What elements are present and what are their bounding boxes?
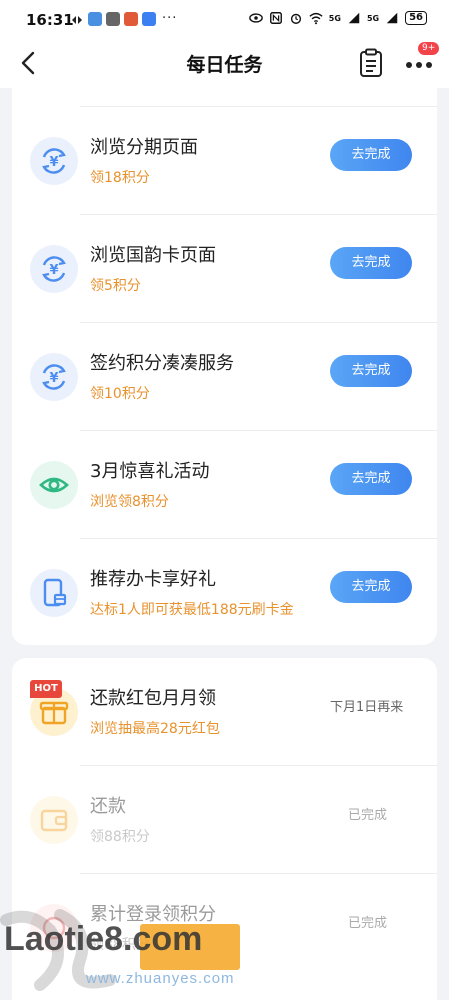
task-reward: 领18积分 — [90, 170, 150, 186]
task-row: ¥ 签约积分凑凑服务 领10积分 去完成 — [12, 323, 437, 430]
task-reward: 领88积分 — [90, 829, 150, 845]
task-title: 累计登录领积分 — [90, 904, 216, 925]
eye-icon — [30, 461, 78, 509]
battery-icon: 56 — [405, 11, 427, 25]
message-icon — [142, 11, 156, 26]
task-row: 推荐办卡享好礼 达标1人即可获最低188元刷卡金 去完成 — [12, 539, 437, 645]
task-record-button[interactable] — [357, 48, 385, 78]
task-row: HOT 还款红包月月领 浏览抽最高28元红包 下月1日再来 — [12, 658, 437, 765]
clipboard-icon — [360, 48, 382, 77]
signal-label-2: 5G — [366, 13, 380, 23]
login-icon — [30, 904, 78, 952]
wechat-icon — [88, 11, 102, 26]
task-row: 还款 领88积分 已完成 — [12, 766, 437, 873]
app-notification-icon — [70, 12, 84, 26]
repayment-task-card: HOT 还款红包月月领 浏览抽最高28元红包 下月1日再来 还款 领88积分 已… — [12, 658, 437, 1000]
nfc-icon — [269, 12, 282, 24]
completed-status: 已完成 — [348, 916, 388, 931]
task-reward: 达标1人即可获最低188元刷卡金 — [90, 602, 294, 618]
yuan-exchange-icon: ¥ — [30, 245, 78, 293]
task-title: 浏览国韵卡页面 — [90, 245, 216, 266]
yuan-exchange-icon: ¥ — [30, 353, 78, 401]
wallet-icon — [30, 796, 78, 844]
daily-task-card: ¥ 浏览分期页面 领18积分 去完成 ¥ 浏览国韵卡页面 领5积分 去完成 ¥ … — [12, 86, 437, 645]
hot-badge: HOT — [30, 680, 62, 698]
next-month-status: 下月1日再来 — [330, 700, 404, 715]
notification-icons: ··· — [70, 11, 177, 26]
signal-icon-1 — [348, 12, 360, 24]
task-title: 签约积分凑凑服务 — [90, 353, 234, 374]
shop-icon — [124, 11, 138, 26]
go-complete-button[interactable]: 去完成 — [330, 463, 412, 495]
task-row: 3月惊喜礼活动 浏览领8积分 去完成 — [12, 431, 437, 538]
system-icons: 5G 5G 56 — [248, 11, 427, 25]
go-complete-button[interactable]: 去完成 — [330, 139, 412, 171]
svg-text:¥: ¥ — [49, 263, 58, 278]
svg-text:¥: ¥ — [49, 155, 58, 170]
task-title: 还款 — [90, 796, 126, 817]
completed-status: 已完成 — [348, 808, 388, 823]
task-reward: 领10积分 — [90, 386, 150, 402]
go-complete-button[interactable]: 去完成 — [330, 355, 412, 387]
eye-status-icon — [248, 13, 263, 23]
task-title: 3月惊喜礼活动 — [90, 461, 210, 482]
task-reward: 浏览抽最高28元红包 — [90, 721, 220, 737]
task-row: 累计登录领积分 领88积分 已完成 — [12, 874, 437, 981]
task-title: 还款红包月月领 — [90, 688, 216, 709]
signal-icon-2 — [386, 12, 398, 24]
message-badge: 9+ — [418, 42, 440, 55]
task-row: ¥ 浏览国韵卡页面 领5积分 去完成 — [12, 215, 437, 322]
task-row: ¥ 浏览分期页面 领18积分 去完成 — [12, 107, 437, 214]
status-bar: 16:31 ··· 5G 5G 56 — [0, 0, 449, 38]
task-reward: 领5积分 — [90, 278, 141, 294]
task-reward: 领88积分 — [90, 937, 150, 953]
status-time: 16:31 — [26, 11, 74, 29]
yuan-exchange-icon: ¥ — [30, 137, 78, 185]
task-title: 浏览分期页面 — [90, 137, 198, 158]
card-gift-icon — [30, 569, 78, 617]
alarm-icon — [290, 13, 301, 24]
more-notifications-icon: ··· — [162, 11, 178, 26]
svg-text:¥: ¥ — [49, 371, 58, 386]
task-title: 推荐办卡享好礼 — [90, 569, 216, 590]
wifi-icon — [309, 12, 323, 25]
go-complete-button[interactable]: 去完成 — [330, 247, 412, 279]
signal-label-1: 5G — [328, 13, 341, 23]
task-reward: 浏览领8积分 — [90, 494, 169, 510]
go-complete-button[interactable]: 去完成 — [330, 571, 412, 603]
bank-icon — [106, 11, 120, 26]
app-header: 每日任务 9+ — [0, 38, 449, 88]
